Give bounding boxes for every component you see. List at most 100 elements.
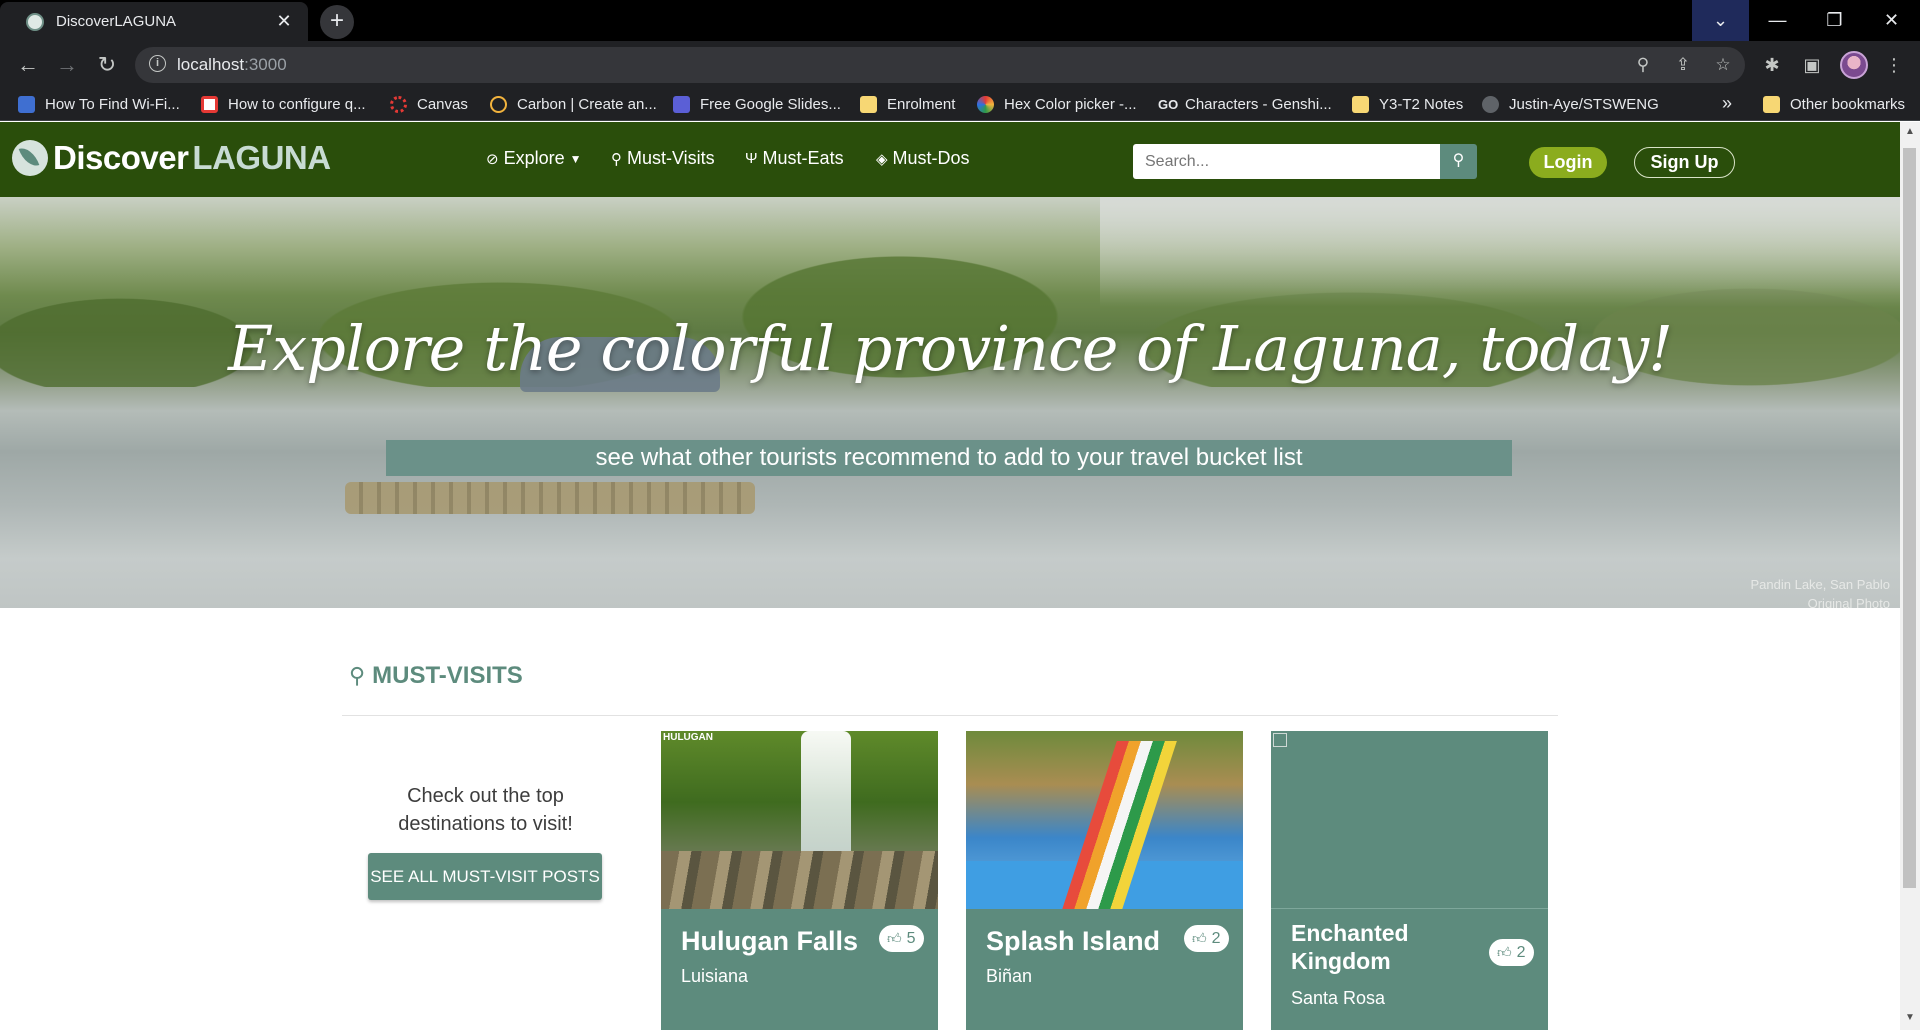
site-navbar: Discover LAGUNA ⊘ Explore ▼ ⚲ Must-Visit… [0, 122, 1900, 197]
rocks [661, 851, 938, 909]
site-info-icon[interactable]: i [149, 55, 166, 72]
bookmark-item[interactable]: Y3-T2 Notes [1352, 96, 1463, 113]
post-card[interactable]: HULUGAN Hulugan Falls 👍︎ 5 Luisiana [661, 731, 938, 1030]
profile-avatar[interactable] [1840, 51, 1868, 79]
minimize-window-button[interactable]: — [1749, 0, 1806, 41]
hero-sky [1100, 197, 1900, 307]
tab-search-chevron-icon[interactable]: ⌄ [1692, 0, 1749, 41]
leaf-logo-icon [12, 140, 48, 176]
browser-toolbar: ← → ↻ i localhost:3000 ⚲ ⇪ ☆ ✱ ▣ ⋮ [0, 41, 1920, 89]
more-bookmarks-chevron[interactable]: » [1722, 93, 1732, 114]
reload-icon[interactable]: ↻ [91, 50, 123, 82]
compass-icon: ⊘ [486, 150, 499, 168]
bookmark-favicon-icon [18, 96, 35, 113]
hero-subtitle: see what other tourists recommend to add… [386, 440, 1512, 476]
like-count: 5 [906, 929, 916, 947]
bookmark-favicon-icon [201, 96, 218, 113]
folder-icon [1352, 96, 1369, 113]
other-bookmarks-folder[interactable]: Other bookmarks [1763, 96, 1905, 113]
hero-banner: Explore the colorful province of Laguna,… [0, 197, 1900, 608]
forward-arrow-icon[interactable]: → [51, 50, 83, 82]
hero-bamboo-raft [345, 482, 755, 514]
post-card[interactable]: Splash Island 👍︎ 2 Biñan [966, 731, 1243, 1030]
browser-menu-icon[interactable]: ⋮ [1881, 52, 1907, 78]
post-card-location: Santa Rosa [1291, 988, 1386, 1008]
caret-down-icon: ▼ [569, 151, 582, 166]
share-icon[interactable]: ⇪ [1671, 54, 1695, 78]
zoom-icon[interactable]: ⚲ [1631, 54, 1655, 78]
site-search-input[interactable] [1133, 144, 1440, 179]
folder-icon [1763, 96, 1780, 113]
must-visits-intro: Check out the top destinations to visit! [398, 785, 573, 835]
address-bar[interactable]: i localhost:3000 ⚲ ⇪ ☆ [135, 47, 1745, 83]
signup-button[interactable]: Sign Up [1634, 147, 1735, 178]
nav-must-visits[interactable]: ⚲ Must-Visits [611, 148, 715, 169]
genshin-icon: GO [1158, 97, 1179, 112]
scroll-up-arrow-icon[interactable]: ▲ [1904, 126, 1916, 138]
bookmark-item[interactable]: Canvas [390, 96, 468, 113]
post-card-title[interactable]: Splash Island [986, 927, 1160, 955]
nav-must-eats-label: Must-Eats [762, 148, 844, 168]
post-card-image[interactable] [966, 731, 1243, 909]
nav-must-dos[interactable]: ◈ Must-Dos [876, 148, 970, 169]
folder-icon [860, 96, 877, 113]
post-card-title[interactable]: Enchanted Kingdom [1291, 919, 1471, 975]
post-card[interactable]: Enchanted Kingdom 👍︎ 2 Santa Rosa [1271, 731, 1548, 1030]
bookmark-item[interactable]: How to configure q... [201, 96, 366, 113]
new-tab-button[interactable]: + [320, 5, 354, 39]
map-pin-icon: ⚲ [611, 150, 622, 168]
caption-location: Pandin Lake, San Pablo [1750, 577, 1891, 592]
color-wheel-icon [977, 96, 994, 113]
thumbs-up-icon: 👍︎ [887, 930, 902, 946]
tab-title: DiscoverLAGUNA [56, 13, 177, 30]
page-viewport: Discover LAGUNA ⊘ Explore ▼ ⚲ Must-Visit… [0, 122, 1900, 1030]
post-card-location: Biñan [986, 966, 1033, 986]
canvas-icon [390, 96, 407, 113]
side-panel-icon[interactable]: ▣ [1799, 52, 1825, 78]
bookmark-item[interactable]: Carbon | Create an... [490, 96, 657, 113]
section-divider [342, 715, 1558, 716]
bookmark-item[interactable]: Free Google Slides... [673, 96, 841, 113]
bookmark-item[interactable]: Enrolment [860, 96, 955, 113]
see-all-must-visits-button[interactable]: SEE ALL MUST-VISIT POSTS [368, 853, 602, 900]
must-visits-heading: ⚲ MUST-VISITS [349, 662, 523, 690]
bookmark-star-icon[interactable]: ☆ [1711, 54, 1735, 78]
site-favicon-icon [26, 12, 44, 31]
extensions-puzzle-icon[interactable]: ✱ [1759, 52, 1785, 78]
scrollbar-thumb[interactable] [1903, 148, 1916, 888]
close-tab-icon[interactable]: ✕ [274, 11, 294, 32]
back-arrow-icon[interactable]: ← [12, 50, 44, 82]
post-card-image[interactable] [1271, 731, 1548, 909]
like-count-badge[interactable]: 👍︎ 5 [879, 925, 924, 952]
restore-window-button[interactable]: ❐ [1806, 0, 1863, 41]
map-pin-icon: ⚲ [349, 663, 366, 688]
ticket-icon: ◈ [876, 150, 888, 168]
like-count-badge[interactable]: 👍︎ 2 [1184, 925, 1229, 952]
bookmarks-bar: How To Find Wi-Fi... How to configure q.… [0, 89, 1920, 121]
like-count-badge[interactable]: 👍︎ 2 [1489, 939, 1534, 966]
close-window-button[interactable]: ✕ [1863, 0, 1920, 41]
must-visits-heading-text: MUST-VISITS [372, 662, 523, 689]
bookmark-item[interactable]: Justin-Aye/STSWENG [1482, 96, 1659, 113]
nav-explore-label: Explore [503, 148, 565, 168]
nav-must-eats[interactable]: Ψ Must-Eats [745, 148, 844, 169]
post-card-image[interactable]: HULUGAN [661, 731, 938, 909]
page-scrollbar[interactable]: ▲ ▼ [1900, 122, 1920, 1030]
thumbs-up-icon: 👍︎ [1497, 944, 1512, 960]
bookmark-item[interactable]: GO Characters - Genshi... [1158, 96, 1332, 113]
like-count: 2 [1516, 943, 1526, 961]
bookmark-item[interactable]: How To Find Wi-Fi... [18, 96, 180, 113]
like-count: 2 [1211, 929, 1221, 947]
nav-explore-dropdown[interactable]: ⊘ Explore ▼ [486, 148, 582, 169]
thumbs-up-icon: 👍︎ [1192, 930, 1207, 946]
browser-tab[interactable]: DiscoverLAGUNA ✕ [0, 2, 308, 41]
scroll-down-arrow-icon[interactable]: ▼ [1904, 1012, 1916, 1024]
login-button[interactable]: Login [1529, 147, 1607, 178]
post-card-title[interactable]: Hulugan Falls [681, 927, 858, 955]
carbon-icon [490, 96, 507, 113]
address-url[interactable]: localhost:3000 [177, 55, 287, 75]
bookmark-item[interactable]: Hex Color picker -... [977, 96, 1137, 113]
site-logo[interactable]: Discover LAGUNA [12, 139, 331, 177]
search-button[interactable]: ⚲ [1440, 144, 1477, 179]
caption-credit[interactable]: Original Photo [1751, 594, 1890, 608]
